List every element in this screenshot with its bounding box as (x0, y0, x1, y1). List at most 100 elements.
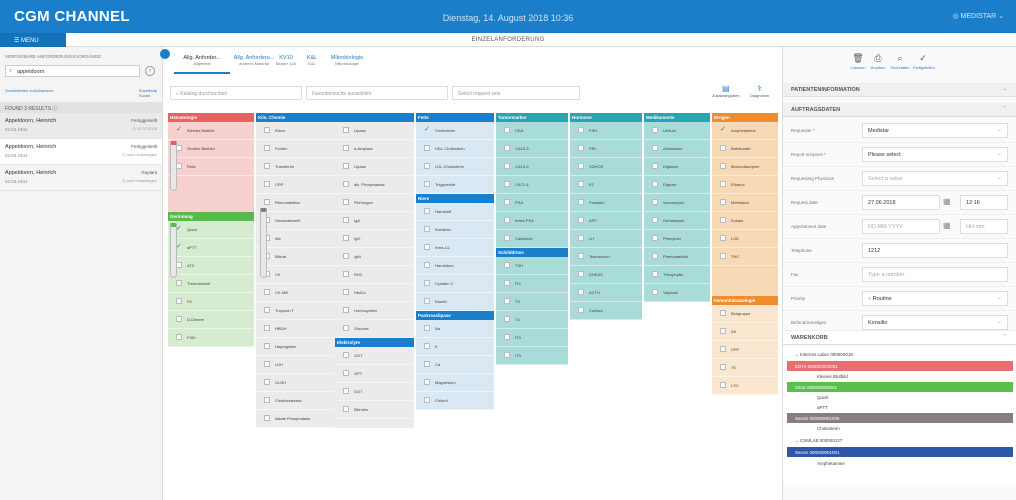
test-fsh[interactable]: FSH (570, 122, 642, 140)
request-time-input[interactable]: 12:16 (960, 195, 1008, 210)
list-item[interactable]: Appeldoorn, Heinrich 02.04.1941 Fertigge… (0, 113, 162, 139)
test-eiweiss[interactable]: Eiweiß (416, 293, 494, 311)
tab-mikrobiologie[interactable]: Mikrobiologie Mikrobiologie (322, 55, 372, 66)
cart-item[interactable]: Kleines Blutbild (787, 371, 1013, 381)
test-haptoglobin[interactable]: Haptoglobin (256, 338, 335, 356)
test-kleines-blutbild[interactable]: ✓ Kleines Blutbild (168, 122, 254, 140)
calendar-icon[interactable]: ▦ (943, 221, 951, 230)
test-cholinesterase[interactable]: Cholinesterase (256, 392, 335, 410)
test-eisen[interactable]: Eisen (256, 122, 335, 140)
cart-lab-internes[interactable]: ⌄ Internes Labor 000000018 (787, 349, 1013, 359)
test-nh3[interactable]: NH3 (335, 266, 414, 284)
test-ca15-3[interactable]: CA15-3 (496, 140, 568, 158)
test-krea-cl[interactable]: Krea-CL (416, 239, 494, 257)
user-menu[interactable]: ◎ MEDISTAR ⌄ (952, 12, 1004, 20)
favorites-select[interactable]: Favoritensuche auswählen (306, 86, 448, 100)
test-ca72-4[interactable]: CA72-4 (496, 176, 568, 194)
cart-item[interactable]: aPTT (787, 402, 1013, 412)
fax-input[interactable]: Type a number (862, 267, 1008, 282)
test-ft4[interactable]: fT4 (496, 275, 568, 293)
test-chlorid[interactable]: Chlorid (416, 392, 494, 410)
test-cystatin[interactable]: Cystatin C (416, 275, 494, 293)
test-valproat[interactable]: Valproat (644, 284, 710, 302)
test-ck-mb[interactable]: CK-MB (256, 284, 335, 302)
test-bilirubin[interactable]: Bilirubin (335, 401, 414, 419)
test-dheas[interactable]: DHEAS (570, 266, 642, 284)
request-date-input[interactable]: 27.06.2018 (862, 195, 940, 210)
test-hba1c[interactable]: HbA1c (335, 284, 414, 302)
test-gesamteiweiss[interactable]: Gesamteiweiß (256, 212, 335, 230)
test-troponin[interactable]: Troponin T (256, 302, 335, 320)
test-benzodiazepine[interactable]: Benzodiazepine (712, 158, 778, 176)
test-tsh[interactable]: TSH (496, 257, 568, 275)
test-alk-phos[interactable]: alk. Phosphatase (335, 176, 414, 194)
suche-button[interactable]: Suchdaten (890, 65, 910, 70)
drucken-button[interactable]: Drucken (868, 65, 888, 70)
test-acth[interactable]: ACTH (570, 284, 642, 302)
request-sets-select[interactable]: Select request sets (452, 86, 580, 100)
test-gldh[interactable]: GLDH (256, 374, 335, 392)
test-calcitonin[interactable]: Calcitonin (496, 230, 568, 248)
test-phenobarbital[interactable]: Phenobarbital (644, 248, 710, 266)
test-cea[interactable]: CEA (496, 122, 568, 140)
test-alk-phosphatase[interactable]: Alkale Phosphatase (256, 410, 335, 428)
test-alb[interactable]: Alb (256, 230, 335, 248)
test-aptt[interactable]: ✓ aPTT (168, 239, 254, 257)
test-harnsaeure[interactable]: Harnsäure (416, 257, 494, 275)
test-kokain[interactable]: Kokain (712, 212, 778, 230)
test-e2[interactable]: E2 (570, 176, 642, 194)
test-ft3[interactable]: fT3 (496, 329, 568, 347)
test-ggt[interactable]: GGT (335, 383, 414, 401)
test-prolaktin[interactable]: Prolaktin (570, 194, 642, 212)
auftragsdaten-header[interactable]: AUFTRAGSDATEN ⌃ (783, 103, 1016, 117)
test-hbdh[interactable]: HBDH (256, 320, 335, 338)
priority-select[interactable]: ≡ Routine ⌄ (862, 291, 1008, 306)
test-d-dimere[interactable]: D-Dimere (168, 311, 254, 329)
test-harnstoff[interactable]: Harnstoff (416, 203, 494, 221)
test-ethanol[interactable]: Ethanol (712, 176, 778, 194)
test-magnesium[interactable]: Magnesium (416, 374, 494, 392)
cart-item[interactable]: Cholesterin (787, 423, 1013, 433)
loeschen-button[interactable]: Löschen (848, 65, 868, 70)
test-testosteron[interactable]: Testosteron (570, 248, 642, 266)
test-ca[interactable]: Ca (416, 356, 494, 374)
test-fibrinogen[interactable]: Fibrinogen (335, 194, 414, 212)
tab-allgemein[interactable]: Allg. Anforder... Allgemein (172, 55, 232, 74)
test-grosses-blutbild[interactable]: Großes Blutbild (168, 140, 254, 158)
extended-search-link[interactable]: → Erweiterte Suche (139, 88, 157, 98)
test-methadon[interactable]: Methadon (712, 194, 778, 212)
test-amphetamine[interactable]: ✓ Amphetamine (712, 122, 778, 140)
test-hdl[interactable]: HDL-Cholesterin (416, 140, 494, 158)
test-t4[interactable]: T4 (496, 311, 568, 329)
report-recipient-select[interactable]: Please select ⌄ (862, 147, 1008, 162)
test-ak[interactable]: AK (712, 323, 778, 341)
test-digitoxin[interactable]: Digitoxin (644, 158, 710, 176)
test-afp[interactable]: AFP (570, 212, 642, 230)
test-glucose[interactable]: Glucose (335, 320, 414, 338)
test-psa[interactable]: PSA (496, 194, 568, 212)
test-t3[interactable]: T3 (496, 293, 568, 311)
test-got[interactable]: GOT (335, 347, 414, 365)
test-cholesterin[interactable]: ✓ Cholesterin (416, 122, 494, 140)
test-ferritin[interactable]: Ferritin (256, 140, 335, 158)
telephone-input[interactable]: 1212 (862, 243, 1008, 258)
reset-link[interactable]: Suchkriterien zurücksetzen (5, 88, 53, 93)
test-retic[interactable]: Retic (168, 158, 254, 176)
test-fxiii[interactable]: FXIII (168, 329, 254, 347)
calendar-icon[interactable]: ▦ (943, 197, 951, 206)
test-lsd[interactable]: LSD (712, 230, 778, 248)
test-igg[interactable]: IgG (335, 230, 414, 248)
warenkorb-header[interactable]: WARENKORB ⌃ (783, 331, 1016, 345)
test-lh[interactable]: LH (570, 230, 642, 248)
fertigstellen-button[interactable]: Fertigstellen (913, 65, 935, 70)
test-cortisol[interactable]: Cortisol (570, 302, 642, 320)
zusatzangaben-button[interactable]: ▤ Zusatzangaben (712, 84, 740, 98)
test-igm[interactable]: IgM (335, 248, 414, 266)
test-ca19-9[interactable]: CA19-9 (496, 158, 568, 176)
test-rheumafaktor[interactable]: Rheumafaktor (256, 194, 335, 212)
physician-select[interactable]: Select a value ⌄ (862, 171, 1008, 186)
test-k[interactable]: K (416, 338, 494, 356)
test-quick[interactable]: ✓ Quick (168, 221, 254, 239)
test-tk[interactable]: TK (712, 359, 778, 377)
test-barbiturate[interactable]: Barbiturate (712, 140, 778, 158)
